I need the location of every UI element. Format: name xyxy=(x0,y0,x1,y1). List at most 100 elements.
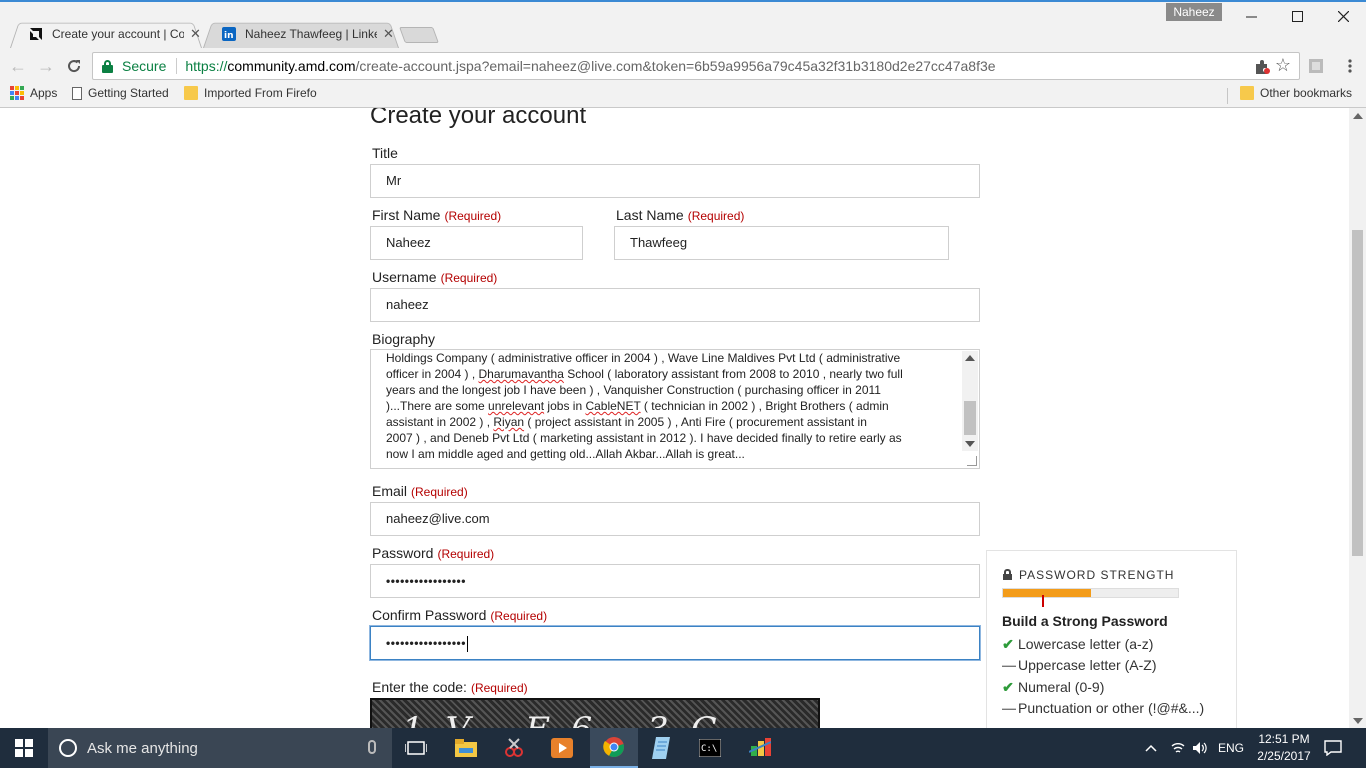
first-name-input[interactable]: Naheez xyxy=(370,226,583,260)
menu-kebab-icon[interactable] xyxy=(1340,56,1360,76)
password-strength-heading: Build a Strong Password xyxy=(1002,613,1168,629)
extension-icon[interactable] xyxy=(1306,56,1326,76)
amd-logo-icon xyxy=(28,26,44,42)
file-explorer-icon[interactable] xyxy=(442,728,490,768)
biography-label: Biography xyxy=(372,331,436,347)
snipping-tool-icon[interactable] xyxy=(490,728,538,768)
folder-icon xyxy=(184,86,198,100)
confirm-password-label: Confirm Password (Required) xyxy=(372,607,548,623)
close-icon[interactable]: ✕ xyxy=(383,26,394,42)
biography-scrollbar[interactable] xyxy=(962,351,978,451)
apps-grid-icon xyxy=(10,86,24,100)
criterion-numeral: ✔ Numeral (0-9) xyxy=(1002,679,1105,695)
first-name-label: First Name (Required) xyxy=(372,207,502,223)
bookmark-other[interactable]: Other bookmarks xyxy=(1240,86,1352,100)
password-strength-fill xyxy=(1003,589,1091,597)
folder-icon xyxy=(1240,86,1254,100)
scroll-up-icon[interactable] xyxy=(1353,113,1363,119)
linkedin-icon: in xyxy=(221,26,237,42)
email-input[interactable]: naheez@live.com xyxy=(370,502,980,536)
notepad-icon[interactable] xyxy=(638,728,686,768)
password-strength-title: PASSWORD STRENGTH xyxy=(1019,568,1175,582)
bookmark-label: Getting Started xyxy=(88,86,169,100)
address-bar[interactable]: Secure https://community.amd.com/create-… xyxy=(92,52,1300,80)
action-center-icon[interactable] xyxy=(1324,728,1342,768)
media-player-icon[interactable] xyxy=(538,728,586,768)
windows-start-icon[interactable] xyxy=(0,728,48,768)
criterion-uppercase: — Uppercase letter (A-Z) xyxy=(1002,657,1157,673)
biography-text: Holdings Company ( administrative office… xyxy=(386,351,903,461)
last-name-label: Last Name (Required) xyxy=(616,207,745,223)
title-label: Title xyxy=(372,145,398,161)
password-strength-marker xyxy=(1042,595,1044,607)
criterion-status-icon: ✔ xyxy=(1002,636,1014,652)
cortana-search-box[interactable]: Ask me anything xyxy=(48,728,392,768)
bookmark-label: Imported From Firefo xyxy=(204,86,317,100)
email-label: Email (Required) xyxy=(372,483,468,499)
bookmark-apps[interactable]: Apps xyxy=(10,86,57,100)
finance-app-icon[interactable] xyxy=(736,728,784,768)
username-input[interactable]: naheez xyxy=(370,288,980,322)
browser-toolbar: ← → Secure https://community.amd.com/cre… xyxy=(0,50,1366,82)
svg-text:C:\: C:\ xyxy=(701,744,717,754)
page-viewport: Create your account Title Mr First Name(… xyxy=(0,108,1366,728)
required-tag: (Required) xyxy=(490,609,548,623)
clock-date: 2/25/2017 xyxy=(1257,749,1311,763)
star-icon[interactable]: ☆ xyxy=(1273,55,1293,75)
microphone-icon[interactable] xyxy=(368,740,376,754)
scroll-up-icon[interactable] xyxy=(965,355,975,361)
wifi-icon[interactable] xyxy=(1170,728,1186,768)
page-scrollbar[interactable] xyxy=(1349,108,1366,728)
tab-create-account[interactable]: Create your account | Co ✕ xyxy=(10,20,202,48)
tab-linkedin[interactable]: in Naheez Thawfeeg | Linke ✕ xyxy=(203,20,399,48)
svg-text:in: in xyxy=(224,31,234,41)
bookmark-getting-started[interactable]: Getting Started xyxy=(72,86,169,100)
new-tab-button[interactable] xyxy=(399,27,439,43)
required-tag: (Required) xyxy=(411,485,468,499)
extension-blocked-icon[interactable] xyxy=(1252,57,1272,77)
reload-icon[interactable] xyxy=(62,54,86,78)
volume-icon[interactable] xyxy=(1192,728,1208,768)
close-icon[interactable]: ✕ xyxy=(190,26,201,42)
last-name-input[interactable]: Thawfeeg xyxy=(614,226,949,260)
clock[interactable]: 12:51 PM 2/25/2017 xyxy=(1252,731,1316,765)
resize-handle-icon[interactable] xyxy=(967,456,977,466)
language-indicator[interactable]: ENG xyxy=(1218,728,1244,768)
criterion-lowercase: ✔ Lowercase letter (a-z) xyxy=(1002,636,1154,652)
biography-scroll-thumb[interactable] xyxy=(964,401,976,435)
close-window-icon[interactable] xyxy=(1320,2,1366,30)
confirm-password-input[interactable]: ••••••••••••••••• xyxy=(370,626,980,660)
url-host: community.amd.com xyxy=(227,58,356,74)
bookmark-imported-firefox[interactable]: Imported From Firefo xyxy=(184,86,317,100)
password-strength-panel: PASSWORD STRENGTH Build a Strong Passwor… xyxy=(986,550,1237,728)
page-title: Create your account xyxy=(370,108,587,129)
url-path: /create-account.jspa?email=naheez@live.c… xyxy=(355,58,996,74)
required-tag: (Required) xyxy=(687,209,745,223)
bookmarks-bar: Apps Getting Started Imported From Firef… xyxy=(0,83,1366,105)
page-scroll-thumb[interactable] xyxy=(1352,230,1363,556)
scroll-down-icon[interactable] xyxy=(1353,718,1363,724)
bookmark-label: Other bookmarks xyxy=(1260,86,1353,100)
clock-time: 12:51 PM xyxy=(1258,732,1310,746)
title-input[interactable]: Mr xyxy=(370,164,980,198)
cortana-icon xyxy=(59,739,77,757)
username-label: Username (Required) xyxy=(372,269,498,285)
criterion-punctuation: — Punctuation or other (!@#&...) xyxy=(1002,700,1205,716)
criterion-status-icon: ✔ xyxy=(1002,679,1014,695)
scroll-down-icon[interactable] xyxy=(965,441,975,447)
profile-badge[interactable]: Naheez xyxy=(1166,3,1222,21)
password-input[interactable]: ••••••••••••••••• xyxy=(370,564,980,598)
required-tag: (Required) xyxy=(470,681,528,695)
chrome-icon[interactable] xyxy=(590,728,638,768)
forward-arrow-icon[interactable]: → xyxy=(34,54,58,78)
tray-overflow-icon[interactable] xyxy=(1145,728,1157,768)
task-view-icon[interactable] xyxy=(392,728,440,768)
maximize-icon[interactable] xyxy=(1274,2,1320,30)
command-prompt-icon[interactable]: C:\ xyxy=(686,728,734,768)
password-label: Password (Required) xyxy=(372,545,495,561)
biography-textarea[interactable]: Holdings Company ( administrative office… xyxy=(370,349,980,469)
minimize-icon[interactable] xyxy=(1228,2,1274,30)
back-arrow-icon[interactable]: ← xyxy=(6,54,30,78)
required-tag: (Required) xyxy=(440,271,498,285)
url-scheme: https:// xyxy=(185,58,228,74)
